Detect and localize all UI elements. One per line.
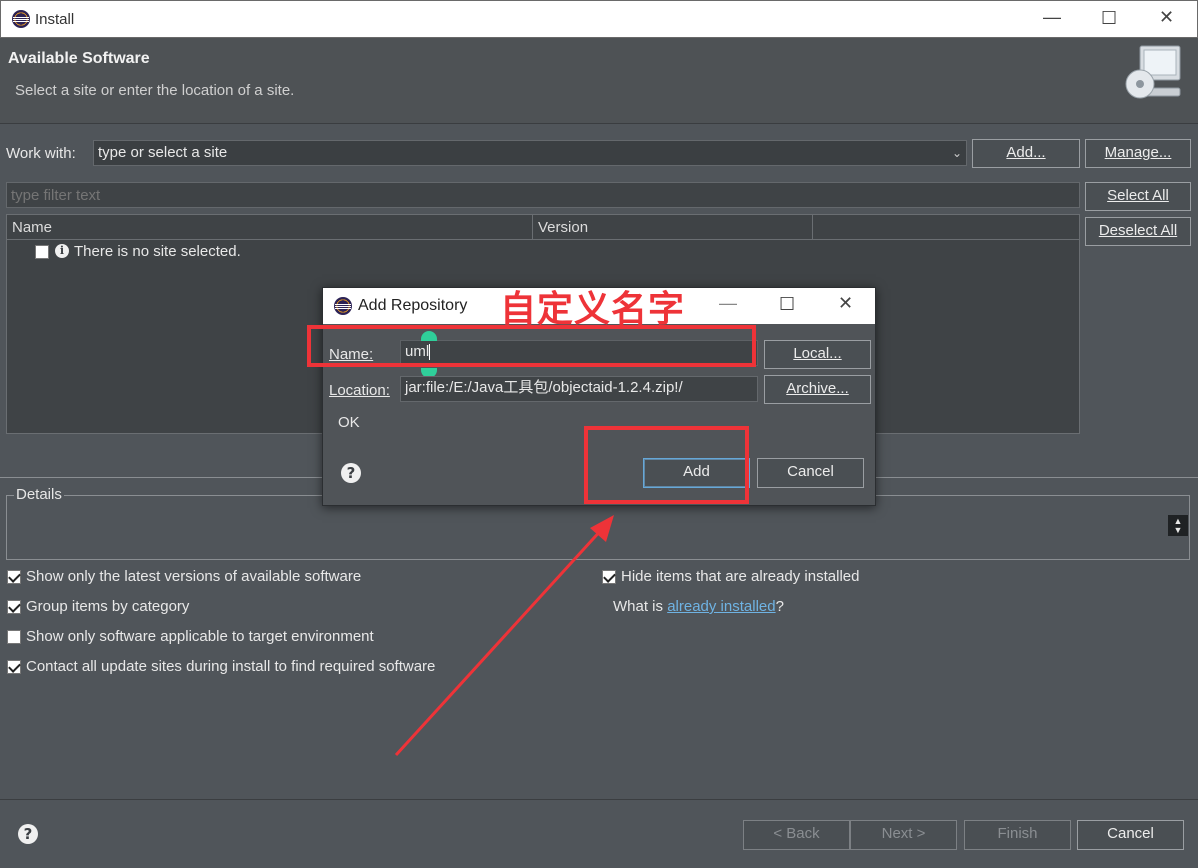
manage-label: Manage... <box>1104 144 1172 161</box>
dialog-minimize-icon[interactable]: — <box>719 293 737 314</box>
chevron-down-icon[interactable]: ⌄ <box>952 141 962 165</box>
what-is-text: What is already installed? <box>613 598 784 615</box>
next-button[interactable]: Next > <box>850 820 957 850</box>
add-site-button[interactable]: Add... <box>972 139 1080 168</box>
local-button[interactable]: Local... <box>764 340 871 369</box>
page-subtitle: Select a site or enter the location of a… <box>15 82 295 99</box>
page-title: Available Software <box>8 50 150 67</box>
already-installed-link[interactable]: already installed <box>667 598 775 615</box>
window-title: Install <box>35 11 75 28</box>
hide-installed-checkbox[interactable] <box>602 570 616 584</box>
close-icon[interactable]: ✕ <box>1159 7 1174 28</box>
contact-sites-checkbox[interactable] <box>7 660 21 674</box>
archive-button[interactable]: Archive... <box>764 375 871 404</box>
local-label: Local... <box>793 345 842 362</box>
archive-label: Archive... <box>786 380 849 397</box>
maximize-icon[interactable]: ☐ <box>1101 8 1117 29</box>
group-by-category-checkbox[interactable] <box>7 600 21 614</box>
manage-button[interactable]: Manage... <box>1085 139 1191 168</box>
deselect-all-button[interactable]: Deselect All <box>1085 217 1191 246</box>
monitor-cd-icon <box>1125 45 1181 99</box>
eclipse-icon <box>12 10 30 28</box>
select-all-label: Select All <box>1107 187 1169 204</box>
location-label: Location: <box>329 382 390 399</box>
row-text: There is no site selected. <box>74 243 241 260</box>
dialog-title: Add Repository <box>358 297 468 314</box>
deselect-all-label: Deselect All <box>1098 222 1178 239</box>
wizard-header: Available Software Select a site or ente… <box>0 38 1198 124</box>
column-header-blank <box>813 215 1079 240</box>
row-checkbox[interactable] <box>35 245 49 259</box>
what-is-suffix: ? <box>775 598 784 615</box>
info-icon: i <box>55 244 69 258</box>
annotation-text: 自定义名字 <box>500 289 686 330</box>
hide-installed-label: Hide items that are already installed <box>621 568 860 585</box>
target-env-label: Show only software applicable to target … <box>26 628 374 645</box>
back-button[interactable]: < Back <box>743 820 850 850</box>
dialog-cancel-button[interactable]: Cancel <box>757 458 864 488</box>
select-all-button[interactable]: Select All <box>1085 182 1191 211</box>
scroll-arrows-icon[interactable]: ▲ ▼ <box>1168 515 1188 536</box>
help-icon[interactable]: ? <box>18 824 38 844</box>
add-site-label: Add... <box>1006 144 1046 161</box>
work-with-combo[interactable]: type or select a site ⌄ <box>93 140 967 166</box>
wizard-footer: ? < Back Next > Finish Cancel <box>0 799 1198 868</box>
contact-sites-label: Contact all update sites during install … <box>26 658 436 675</box>
dialog-help-icon[interactable]: ? <box>341 463 361 483</box>
dialog-close-icon[interactable]: ✕ <box>838 293 853 314</box>
what-is-prefix: What is <box>613 598 668 615</box>
annotation-add-highlight <box>584 426 749 504</box>
work-with-value: type or select a site <box>98 144 228 161</box>
location-input[interactable]: jar:file:/E:/Java工具包/objectaid-1.2.4.zip… <box>400 376 758 402</box>
window-title-bar: Install — ☐ ✕ <box>0 0 1198 38</box>
target-env-checkbox[interactable] <box>7 630 21 644</box>
location-label-text: Location: <box>329 382 390 399</box>
latest-versions-checkbox[interactable] <box>7 570 21 584</box>
table-row[interactable]: i There is no site selected. <box>7 241 1079 263</box>
latest-versions-label: Show only the latest versions of availab… <box>26 568 362 585</box>
cancel-button[interactable]: Cancel <box>1077 820 1184 850</box>
eclipse-icon <box>334 297 352 315</box>
dialog-maximize-icon[interactable]: ☐ <box>779 294 795 315</box>
work-with-label: Work with: <box>6 145 76 162</box>
group-by-category-label: Group items by category <box>26 598 190 615</box>
location-value: jar:file:/E:/Java工具包/objectaid-1.2.4.zip… <box>405 379 683 396</box>
minimize-icon[interactable]: — <box>1043 7 1061 28</box>
details-label: Details <box>14 486 64 503</box>
filter-input[interactable] <box>6 182 1080 208</box>
column-header-version[interactable]: Version <box>533 215 813 240</box>
dialog-status: OK <box>338 414 360 431</box>
finish-button[interactable]: Finish <box>964 820 1071 850</box>
column-header-name[interactable]: Name <box>7 215 533 240</box>
